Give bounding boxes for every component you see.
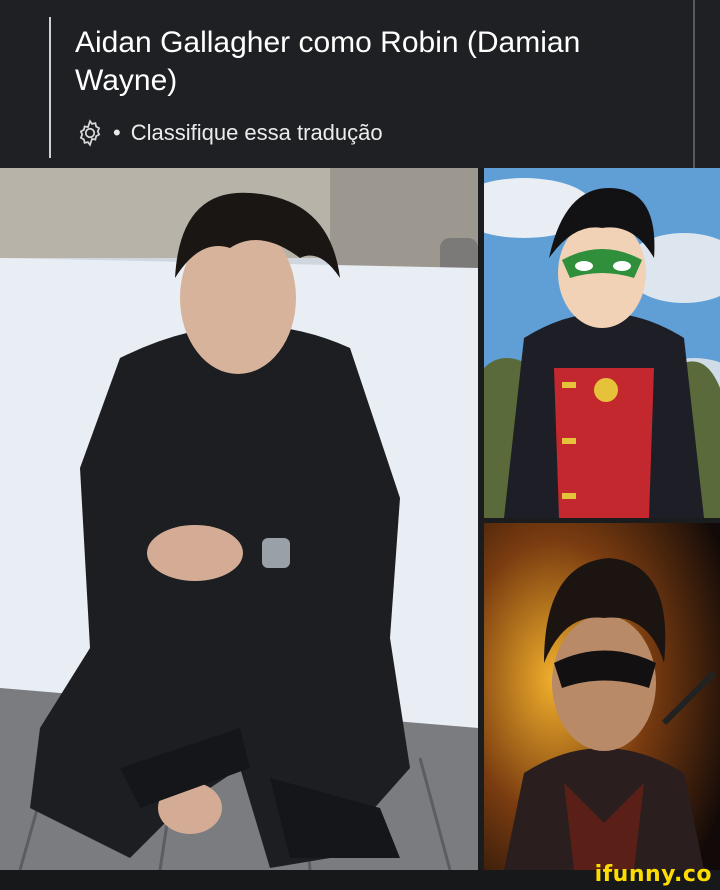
rate-translation-link[interactable]: Classifique essa tradução — [131, 120, 383, 146]
post-title: Aidan Gallagher como Robin (Damian Wayne… — [75, 26, 581, 97]
gear-icon[interactable] — [75, 118, 105, 148]
rate-translation-row[interactable]: • Classifique essa tradução — [75, 116, 383, 150]
ifunny-watermark: ifunny.co — [594, 862, 712, 887]
post-header: Aidan Gallagher como Robin (Damian Wayne… — [0, 0, 720, 168]
photo-live-action-robin — [484, 523, 720, 870]
separator-dot: • — [113, 120, 121, 145]
photo-actor — [0, 168, 478, 870]
photo-animated-robin — [484, 168, 720, 518]
quote-bar — [49, 17, 51, 158]
divider-line — [693, 0, 695, 168]
